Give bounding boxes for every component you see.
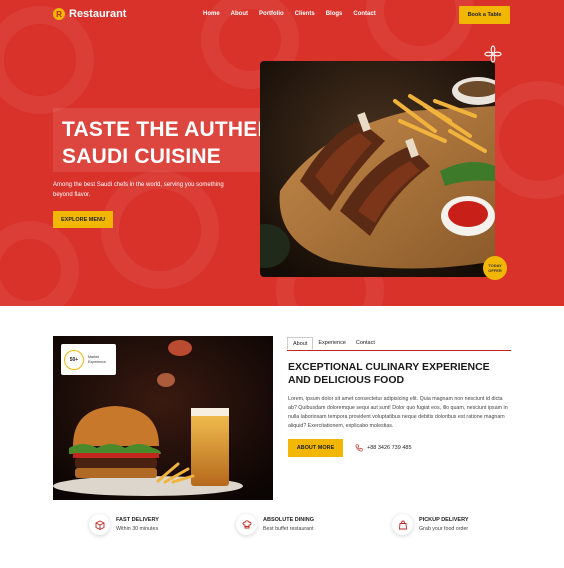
hero-food-image [260,61,495,277]
feature-title: FAST DELIVERY [116,517,159,523]
feature-subtitle: Best buffet restaurant [263,526,314,532]
feature-subtitle: Within 30 minutes [116,526,159,532]
nav-link-home[interactable]: Home [203,11,220,17]
experience-badge: 50+ Market Experience [61,344,116,375]
hero-section: R Restaurant Home About Portfolio Client… [0,0,564,306]
experience-label: Market Experience [88,354,106,364]
bag-icon [392,514,413,535]
feature-absolute-dining: ABSOLUTE DINING Best buffet restaurant [236,514,314,535]
today-offer-badge[interactable]: TODAY OFFER [483,256,507,280]
tab-contact[interactable]: Contact [351,337,380,350]
feature-subtitle: Grab your food order [419,526,469,532]
brand-logo[interactable]: R Restaurant [53,8,126,20]
explore-menu-button[interactable]: EXPLORE MENU [53,211,113,228]
feature-pickup-delivery: PICKUP DELIVERY Grab your food order [392,514,469,535]
badge-line2: OFFER [488,268,502,273]
box-icon [89,514,110,535]
nav-link-portfolio[interactable]: Portfolio [259,11,284,17]
nav-link-about[interactable]: About [231,11,248,17]
phone-number: +88 3426 739 485 [367,445,412,451]
hero-title-line2: SAUDI CUISINE [62,145,221,168]
about-title: EXCEPTIONAL CULINARY EXPERIENCE AND DELI… [288,361,490,386]
top-navbar: R Restaurant Home About Portfolio Client… [0,0,564,30]
about-tabs: About Experience Contact [287,337,511,351]
tab-about[interactable]: About [287,337,314,350]
nav-link-contact[interactable]: Contact [353,11,375,17]
feature-title: PICKUP DELIVERY [419,517,469,523]
main-menu: Home About Portfolio Clients Blogs Conta… [203,11,376,17]
brand-name: Restaurant [69,8,127,20]
phone-icon [355,444,363,452]
chef-icon [236,514,257,535]
feature-fast-delivery: FAST DELIVERY Within 30 minutes [89,514,159,535]
about-more-button[interactable]: ABOUT MORE [288,439,343,457]
experience-number: 50+ [64,349,84,370]
feature-title: ABSOLUTE DINING [263,517,315,523]
flower-decoration-icon [484,45,502,63]
book-table-button[interactable]: Book a Table [459,6,510,24]
logo-icon: R [53,8,65,20]
nav-link-blogs[interactable]: Blogs [326,11,343,17]
tab-experience[interactable]: Experience [313,337,351,350]
phone-contact[interactable]: +88 3426 739 485 [355,444,412,452]
hero-subtitle: Among the best Saudi chefs in the world,… [53,182,224,198]
about-body-text: Lorem, ipsum dolor sit amet consectetur … [288,396,508,429]
nav-link-clients[interactable]: Clients [295,11,315,17]
